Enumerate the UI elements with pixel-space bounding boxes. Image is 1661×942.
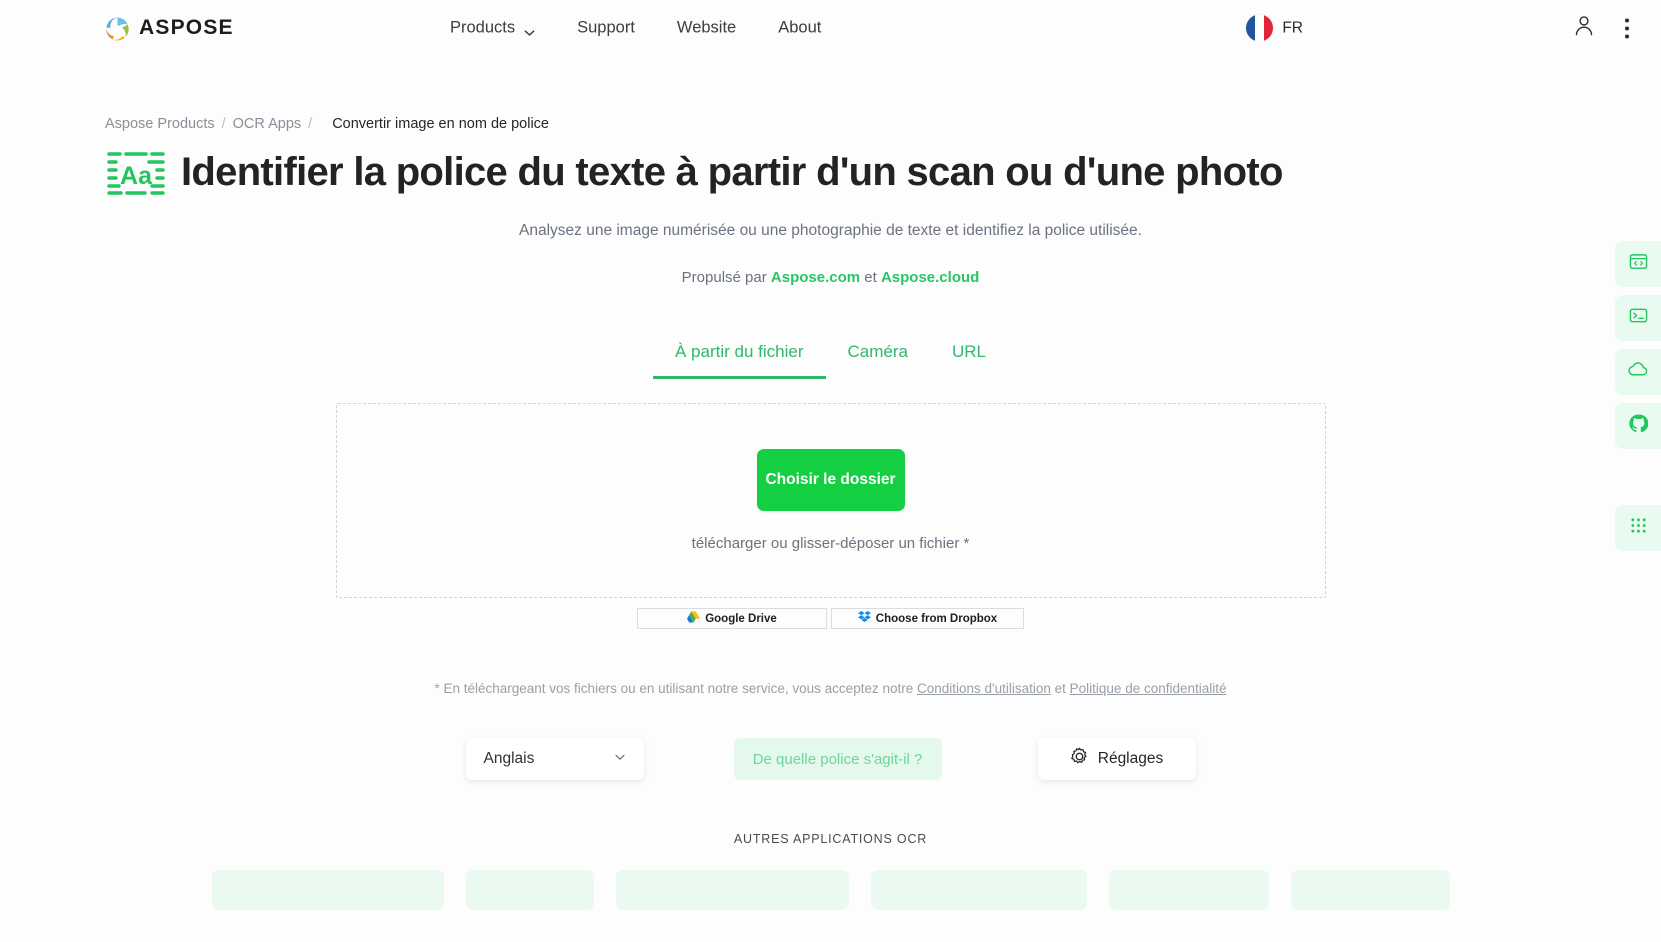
- github-icon: [1628, 414, 1648, 438]
- identify-font-button[interactable]: De quelle police s'agit-il ?: [733, 738, 942, 780]
- aspose-cloud-link[interactable]: Aspose.cloud: [881, 269, 979, 286]
- cloud-icon: [1627, 360, 1649, 384]
- nav-item-products[interactable]: Products: [450, 19, 535, 38]
- page-content: Aspose Products / OCR Apps / Convertir i…: [0, 116, 1661, 910]
- rail-code-button[interactable]: [1615, 241, 1661, 287]
- breadcrumb-root[interactable]: Aspose Products: [105, 116, 215, 132]
- breadcrumb-current: Convertir image en nom de police: [332, 116, 549, 132]
- language-select-value: Anglais: [483, 750, 535, 767]
- app-card[interactable]: [615, 870, 849, 910]
- powered-middle: et: [860, 269, 881, 286]
- other-apps-heading: AUTRES APPLICATIONS OCR: [733, 832, 928, 846]
- breadcrumb: Aspose Products / OCR Apps / Convertir i…: [105, 116, 1661, 132]
- app-card[interactable]: [870, 870, 1087, 910]
- apps-grid-icon: [1630, 517, 1647, 539]
- nav-item-website[interactable]: Website: [677, 19, 736, 38]
- language-selector[interactable]: FR: [1246, 14, 1303, 42]
- dropbox-label: Choose from Dropbox: [875, 612, 998, 625]
- dropzone-hint: télécharger ou glisser-déposer un fichie…: [691, 535, 970, 552]
- language-code-label: FR: [1282, 19, 1303, 36]
- user-account-icon[interactable]: [1573, 14, 1595, 43]
- gear-icon: [1070, 747, 1089, 771]
- legal-disclaimer: * En téléchargeant vos fichiers ou en ut…: [0, 681, 1661, 696]
- aspose-swirl-logo-icon: [105, 16, 130, 41]
- legal-middle: et: [1050, 681, 1070, 696]
- app-card[interactable]: [211, 870, 444, 910]
- dropbox-icon: [857, 611, 871, 626]
- app-card[interactable]: [1290, 870, 1450, 910]
- cloud-import-buttons: Google Drive Choose from Dropbox: [0, 608, 1661, 629]
- choose-folder-button[interactable]: Choisir le dossier: [756, 449, 905, 511]
- page-subtitle: Analysez une image numérisée ou une phot…: [519, 222, 1142, 239]
- france-flag-icon: [1246, 14, 1274, 42]
- tab-from-file[interactable]: À partir du fichier: [653, 332, 826, 379]
- settings-button[interactable]: Réglages: [1037, 738, 1196, 780]
- nav-item-products-label: Products: [450, 18, 516, 37]
- breadcrumb-separator-1: /: [221, 116, 226, 132]
- powered-prefix: Propulsé par: [681, 269, 771, 286]
- app-card[interactable]: [465, 870, 594, 910]
- rail-terminal-button[interactable]: [1615, 295, 1661, 341]
- aspose-brand-logo[interactable]: ASPOSE: [105, 16, 234, 41]
- action-controls: Anglais De quelle police s'agit-il ? Rég…: [0, 738, 1661, 780]
- chevron-down-icon: [614, 750, 626, 768]
- text-font-recognition-icon: Aa: [105, 148, 167, 196]
- terminal-icon: [1629, 306, 1648, 330]
- tab-url[interactable]: URL: [930, 332, 1008, 379]
- settings-label: Réglages: [1097, 750, 1164, 767]
- breadcrumb-section[interactable]: OCR Apps: [233, 116, 302, 132]
- page-title: Identifier la police du texte à partir d…: [181, 150, 1283, 194]
- chevron-down-icon: [524, 25, 535, 36]
- app-card[interactable]: [1108, 870, 1269, 910]
- language-select[interactable]: Anglais: [465, 738, 644, 780]
- primary-nav-links: Products Support Website About: [450, 19, 821, 38]
- svg-text:Aa: Aa: [120, 162, 153, 190]
- nav-right-cluster: FR: [1246, 14, 1633, 43]
- page-title-row: Aa Identifier la police du texte à parti…: [105, 148, 1661, 196]
- tab-camera[interactable]: Caméra: [826, 332, 930, 379]
- legal-prefix: * En téléchargeant vos fichiers ou en ut…: [434, 681, 917, 696]
- aspose-com-link[interactable]: Aspose.com: [771, 269, 860, 286]
- source-tabs: À partir du fichier Caméra URL: [0, 332, 1661, 379]
- file-dropzone[interactable]: Choisir le dossier télécharger ou glisse…: [335, 403, 1326, 598]
- kebab-menu-icon[interactable]: [1621, 14, 1633, 42]
- rail-cloud-button[interactable]: [1615, 349, 1661, 395]
- nav-item-support[interactable]: Support: [577, 19, 635, 38]
- dropbox-button[interactable]: Choose from Dropbox: [831, 608, 1024, 629]
- google-drive-label: Google Drive: [705, 612, 777, 625]
- google-drive-icon: [687, 611, 701, 626]
- other-apps-cards: [0, 870, 1661, 910]
- right-side-rail: [1615, 241, 1661, 551]
- breadcrumb-separator-2: /: [308, 116, 313, 132]
- brand-name-label: ASPOSE: [139, 16, 234, 39]
- powered-by-line: Propulsé par Aspose.com et Aspose.cloud: [0, 269, 1661, 286]
- terms-link[interactable]: Conditions d'utilisation: [917, 681, 1051, 696]
- privacy-link[interactable]: Politique de confidentialité: [1070, 681, 1227, 696]
- google-drive-button[interactable]: Google Drive: [637, 608, 827, 629]
- rail-apps-button[interactable]: [1615, 505, 1661, 551]
- rail-github-button[interactable]: [1615, 403, 1661, 449]
- code-window-icon: [1629, 252, 1648, 276]
- top-navigation-bar: ASPOSE Products Support Website About FR: [0, 0, 1661, 56]
- nav-item-about[interactable]: About: [778, 19, 821, 38]
